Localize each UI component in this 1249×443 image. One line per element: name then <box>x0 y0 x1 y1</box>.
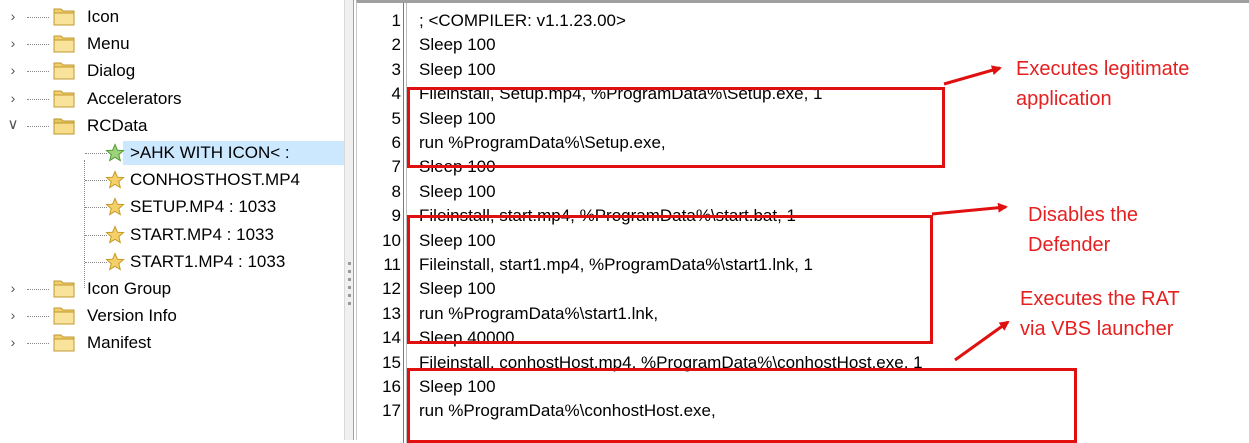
callout-line: Executes legitimate <box>1016 58 1190 80</box>
callout-line: Defender <box>1028 234 1111 256</box>
arrow-defender <box>931 202 1008 216</box>
callout-line: via VBS launcher <box>1020 318 1174 340</box>
arrow-setup <box>943 65 1002 86</box>
callout-line: Executes the RAT <box>1020 288 1180 310</box>
callout-rat: Executes the RAT via VBS launcher <box>1020 284 1180 344</box>
arrow-rat <box>954 320 1010 362</box>
callout-line: application <box>1016 88 1112 110</box>
callout-legitimate: Executes legitimate application <box>1016 54 1189 114</box>
callout-line: Disables the <box>1028 204 1139 226</box>
callout-defender: Disables the Defender <box>1028 200 1138 260</box>
